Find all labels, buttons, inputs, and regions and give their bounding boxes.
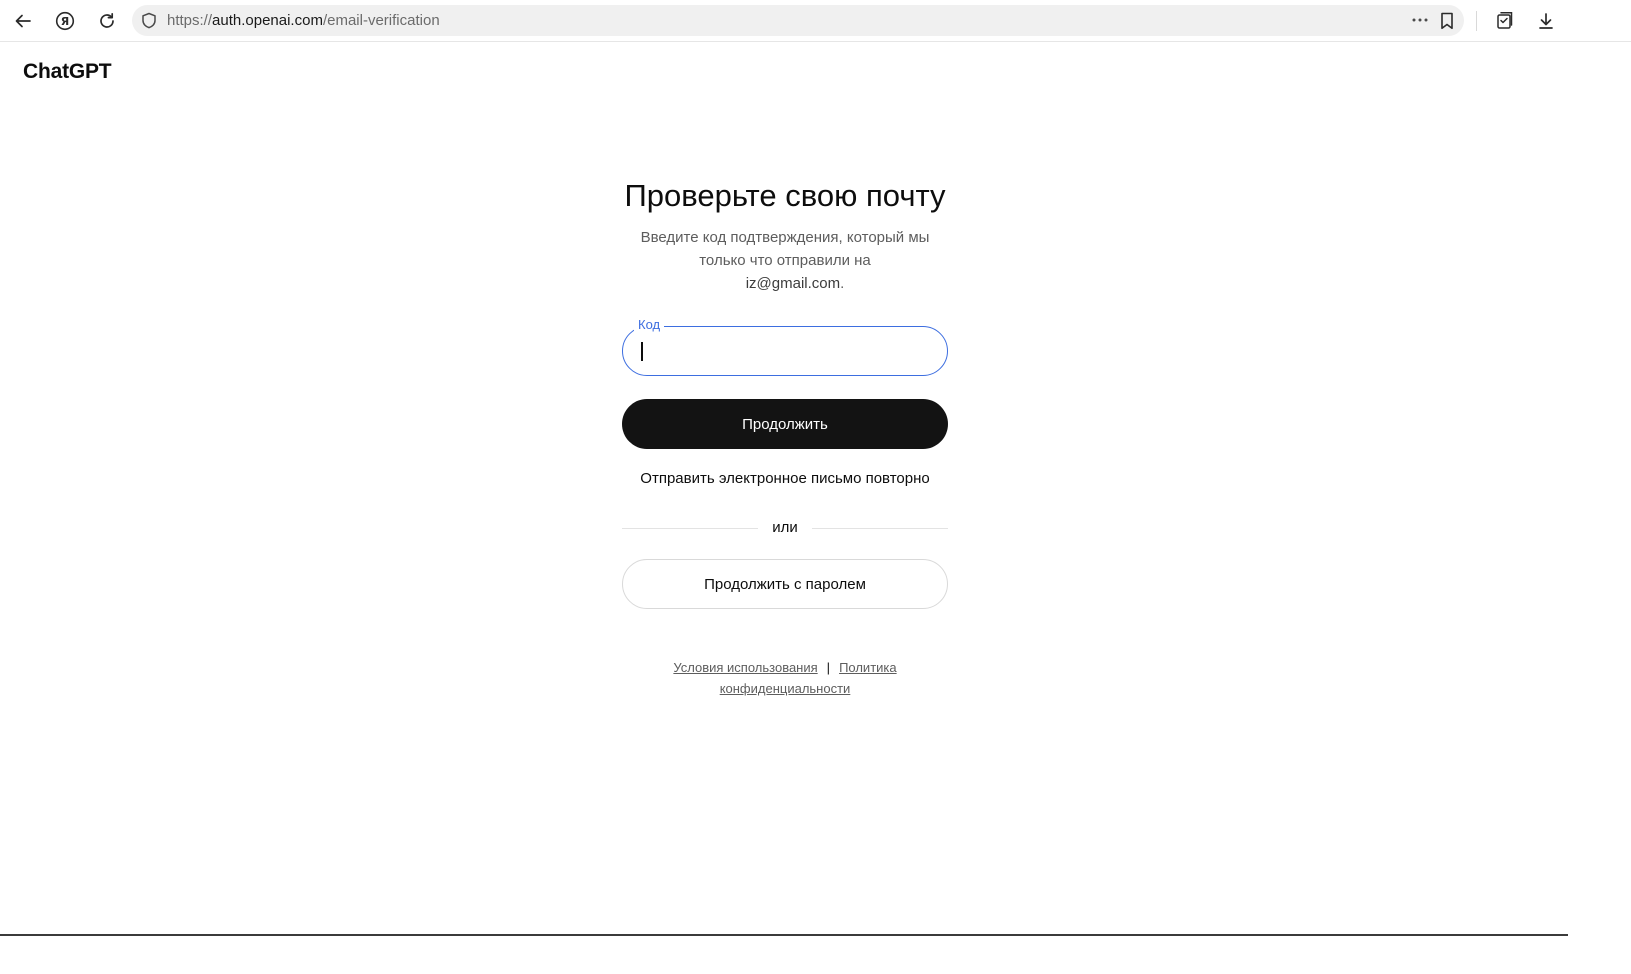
url-text[interactable]: https://auth.openai.com/email-verificati… (167, 12, 440, 29)
resend-email-button[interactable]: Отправить электронное письмо повторно (592, 470, 978, 488)
address-bar[interactable]: https://auth.openai.com/email-verificati… (132, 5, 1464, 36)
footer-links: Условия использования | Политика конфиденц… (622, 657, 948, 699)
privacy-link-part-1[interactable]: Политика (839, 660, 897, 675)
bookmark-icon[interactable] (1438, 11, 1456, 31)
back-arrow-icon[interactable] (9, 7, 37, 35)
collections-icon[interactable] (1490, 7, 1518, 35)
url-path: /email-verification (322, 12, 440, 29)
svg-text:Я: Я (61, 15, 69, 28)
subtitle-line-1: Введите код подтверждения, который мы (640, 229, 930, 246)
continue-with-password-button[interactable]: Продолжить с паролем (622, 559, 948, 609)
recipient-email: iz@gmail.com (745, 275, 841, 292)
privacy-link-part-2[interactable]: конфиденциальности (720, 681, 851, 696)
terms-link[interactable]: Условия использования (673, 660, 817, 675)
window-bottom-edge (0, 934, 1568, 936)
code-input[interactable] (622, 326, 948, 376)
or-divider: или (622, 518, 948, 538)
url-host: auth.openai.com (212, 12, 323, 29)
brand-logo[interactable]: ChatGPT (23, 60, 112, 84)
code-label: Код (634, 317, 665, 333)
download-icon[interactable] (1532, 7, 1560, 35)
browser-toolbar: Я https://auth.openai.com/email-verifica… (0, 0, 1631, 42)
more-icon[interactable] (1408, 9, 1432, 31)
yandex-icon[interactable]: Я (51, 7, 79, 35)
footer-separator: | (826, 660, 831, 675)
subtitle: Введите код подтверждения, который мы то… (622, 226, 948, 295)
text-caret (641, 342, 643, 361)
page-title: Проверьте свою почту (624, 178, 946, 213)
code-field-wrapper: Код (622, 317, 948, 376)
url-scheme: https:// (167, 12, 213, 29)
email-suffix: . (840, 275, 845, 292)
or-label: или (772, 519, 798, 536)
subtitle-line-2: только что отправили на (699, 252, 871, 269)
reload-icon[interactable] (93, 7, 121, 35)
continue-button[interactable]: Продолжить (622, 399, 948, 449)
shield-icon[interactable] (141, 12, 157, 29)
toolbar-divider (1476, 11, 1477, 31)
